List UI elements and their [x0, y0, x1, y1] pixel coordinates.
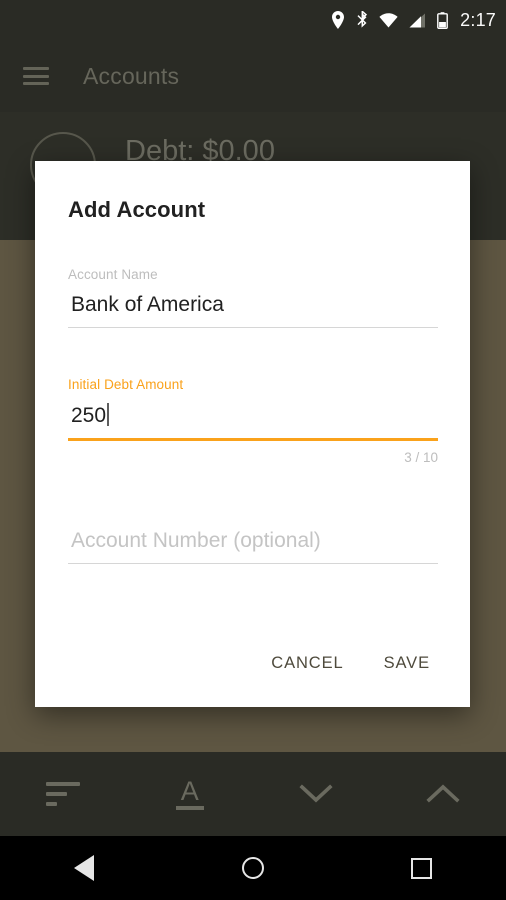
initial-debt-amount-underline	[68, 438, 438, 441]
android-nav-bar	[0, 836, 506, 900]
bluetooth-icon	[357, 11, 368, 28]
format-text-letter: A	[180, 776, 199, 806]
initial-debt-amount-label: Initial Debt Amount	[68, 377, 184, 392]
home-circle-icon	[242, 857, 264, 879]
chevron-up-icon	[426, 784, 460, 803]
account-name-input[interactable]: Bank of America	[68, 293, 438, 317]
initial-debt-amount-field[interactable]: Initial Debt Amount 250 3 / 10	[68, 377, 438, 465]
initial-debt-amount-value: 250	[71, 404, 107, 427]
battery-icon	[437, 11, 449, 29]
dialog-title: Add Account	[68, 197, 206, 222]
recents-square-icon	[411, 857, 433, 879]
nav-recents-button[interactable]	[337, 857, 506, 879]
sort-button[interactable]	[0, 752, 127, 836]
status-time: 2:17	[460, 9, 496, 30]
cancel-button[interactable]: CANCEL	[257, 644, 357, 683]
nav-home-button[interactable]	[169, 857, 338, 879]
account-name-label: Account Name	[68, 267, 158, 282]
sort-descending-button[interactable]	[253, 752, 380, 836]
wifi-icon	[379, 12, 398, 27]
back-triangle-icon	[74, 855, 95, 881]
hamburger-menu-icon[interactable]	[23, 67, 49, 85]
status-bar: 2:17	[0, 0, 506, 40]
status-icon-group	[331, 11, 449, 29]
format-text-a-icon: A	[175, 776, 204, 810]
account-number-field[interactable]: Account Number (optional)	[68, 529, 438, 564]
app-bar: Accounts	[0, 40, 506, 112]
account-number-underline	[68, 563, 438, 564]
page-title: Accounts	[83, 62, 180, 89]
account-name-underline	[68, 327, 438, 328]
save-button[interactable]: SAVE	[370, 644, 444, 683]
sort-ascending-button[interactable]	[380, 752, 506, 836]
sort-lines-icon	[46, 782, 81, 806]
bottom-toolbar: A	[0, 752, 506, 836]
character-counter: 3 / 10	[404, 449, 438, 465]
location-pin-icon	[332, 11, 345, 29]
add-account-dialog: Add Account Account Name Bank of America…	[35, 161, 470, 707]
text-caret	[107, 403, 110, 426]
initial-debt-amount-input[interactable]: 250	[68, 403, 438, 428]
phone-screen: 2:17 Accounts Debt: $0.00 A Add Account …	[0, 0, 506, 900]
format-text-underline	[175, 806, 204, 810]
format-text-button[interactable]: A	[127, 752, 254, 836]
account-number-placeholder[interactable]: Account Number (optional)	[68, 529, 438, 553]
dialog-action-row: CANCEL SAVE	[257, 644, 444, 683]
account-name-field[interactable]: Account Name Bank of America	[68, 267, 438, 328]
chevron-down-icon	[299, 784, 333, 803]
cell-signal-icon	[409, 13, 426, 27]
nav-back-button[interactable]	[0, 855, 169, 881]
